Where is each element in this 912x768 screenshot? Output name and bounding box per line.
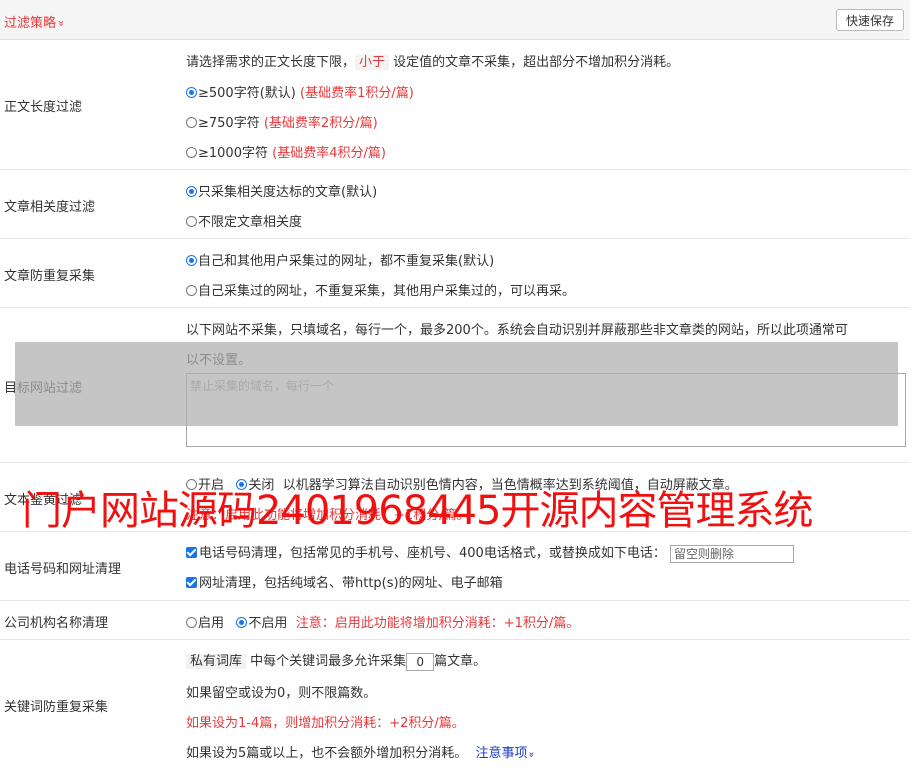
relevance-label: 文章相关度过滤 [4,200,96,215]
porn-filter-note: 注意：启用此功能将增加积分消耗：+1积分/篇。 [186,508,470,523]
porn-filter-options: 开启 关闭 以机器学习算法自动识别色情内容，当色情概率达到系统阈值，自动屏蔽文章… [186,474,738,493]
length-option-750[interactable]: ≥750字符 (基础费率2积分/篇) [186,112,378,131]
porn-filter-off-option[interactable]: 关闭 [236,478,274,493]
company-row: 公司机构名称清理 启用 不启用 注意：启用此功能将增加积分消耗：+1积分/篇。 [0,601,910,640]
dedupe-row: 文章防重复采集 自己和其他用户采集过的网址，都不重复采集(默认) 自己采集过的网… [0,239,910,308]
less-than-highlight: 小于 [355,55,390,70]
keyword-line-1: 私有词库 中每个关键词最多允许采集篇文章。 [186,650,486,671]
keyword-line-3: 如果设为1-4篇，则增加积分消耗：+2积分/篇。 [186,716,465,731]
keyword-count-input[interactable] [406,652,435,671]
company-note: 注意：启用此功能将增加积分消耗：+1积分/篇。 [295,616,580,631]
phone-cleanup-option[interactable]: 电话号码清理，包括常见的手机号、座机号、400电话格式，或替换成如下电话： [186,542,794,563]
radio-icon[interactable] [186,186,197,197]
site-filter-label: 目标网站过滤 [4,381,83,396]
checkbox-icon[interactable] [186,547,197,558]
length-filter-row: 正文长度过滤 请选择需求的正文长度下限， 小于 设定值的文章不采集，超出部分不增加… [0,40,910,170]
company-off-option[interactable]: 不启用 [236,616,287,631]
quick-save-button[interactable]: 快速保存 [836,9,904,31]
radio-icon[interactable] [186,285,197,296]
private-lexicon-tag[interactable]: 私有词库 [186,654,247,669]
phone-url-row: 电话号码和网址清理 电话号码清理，包括常见的手机号、座机号、400电话格式，或替… [0,532,910,601]
radio-icon[interactable] [186,87,197,98]
radio-icon[interactable] [236,617,248,628]
radio-icon[interactable] [186,147,197,158]
chevron-down-icon: » [525,751,537,758]
relevance-option-matched[interactable]: 只采集相关度达标的文章(默认) [186,181,377,200]
chevron-down-icon: » [54,20,68,27]
filter-strategy-header: 过滤策略» 快速保存 [0,0,910,40]
radio-icon[interactable] [186,216,197,227]
porn-filter-on-option[interactable]: 开启 [186,478,224,493]
company-label: 公司机构名称清理 [4,616,109,631]
length-option-1000[interactable]: ≥1000字符 (基础费率4积分/篇) [186,142,386,161]
notes-link[interactable]: 注意事项» [476,746,537,761]
porn-filter-desc: 以机器学习算法自动识别色情内容，当色情概率达到系统阈值，自动屏蔽文章。 [282,478,738,493]
company-options: 启用 不启用 注意：启用此功能将增加积分消耗：+1积分/篇。 [186,612,579,631]
site-filter-desc-1: 以下网站不采集，只填域名，每行一个，最多200个。系统会自动识别并屏蔽那些非文章… [186,323,848,338]
phone-url-label: 电话号码和网址清理 [4,562,122,577]
porn-filter-label: 文本鉴黄过滤 [4,493,83,508]
url-cleanup-option[interactable]: 网址清理，包括纯域名、带http(s)的网址、电子邮箱 [186,572,503,591]
radio-icon[interactable] [186,117,197,128]
dedupe-option-all[interactable]: 自己和其他用户采集过的网址，都不重复采集(默认) [186,250,494,269]
dedupe-option-self[interactable]: 自己采集过的网址，不重复采集，其他用户采集过的，可以再采。 [186,280,575,299]
radio-icon[interactable] [186,479,197,490]
checkbox-icon[interactable] [186,577,197,588]
relevance-row: 文章相关度过滤 只采集相关度达标的文章(默认) 不限定文章相关度 [0,170,910,239]
site-filter-row: 目标网站过滤 以下网站不采集，只填域名，每行一个，最多200个。系统会自动识别并… [0,308,910,463]
length-option-500[interactable]: ≥500字符(默认) (基础费率1积分/篇) [186,82,414,101]
keyword-line-4: 如果设为5篇或以上，也不会额外增加积分消耗。 注意事项» [186,746,537,761]
porn-filter-row: 文本鉴黄过滤 开启 关闭 以机器学习算法自动识别色情内容，当色情概率达到系统阈值… [0,463,910,532]
company-on-option[interactable]: 启用 [186,616,224,631]
length-filter-label: 正文长度过滤 [4,100,83,115]
radio-icon[interactable] [186,617,197,628]
keyword-label: 关键词防重复采集 [4,700,109,715]
section-title[interactable]: 过滤策略» [4,12,68,31]
radio-icon[interactable] [236,479,248,490]
blocked-domains-textarea[interactable] [186,373,906,447]
keyword-row: 关键词防重复采集 私有词库 中每个关键词最多允许采集篇文章。 如果留空或设为0，… [0,640,910,768]
relevance-option-unlimited[interactable]: 不限定文章相关度 [186,211,302,230]
length-filter-desc: 请选择需求的正文长度下限， 小于 设定值的文章不采集，超出部分不增加积分消耗。 [186,55,680,70]
keyword-line-2: 如果留空或设为0，则不限篇数。 [186,686,377,701]
dedupe-label: 文章防重复采集 [4,269,96,284]
site-filter-desc-2: 以不设置。 [186,353,252,368]
radio-icon[interactable] [186,255,197,266]
replacement-phone-input[interactable] [669,544,794,563]
